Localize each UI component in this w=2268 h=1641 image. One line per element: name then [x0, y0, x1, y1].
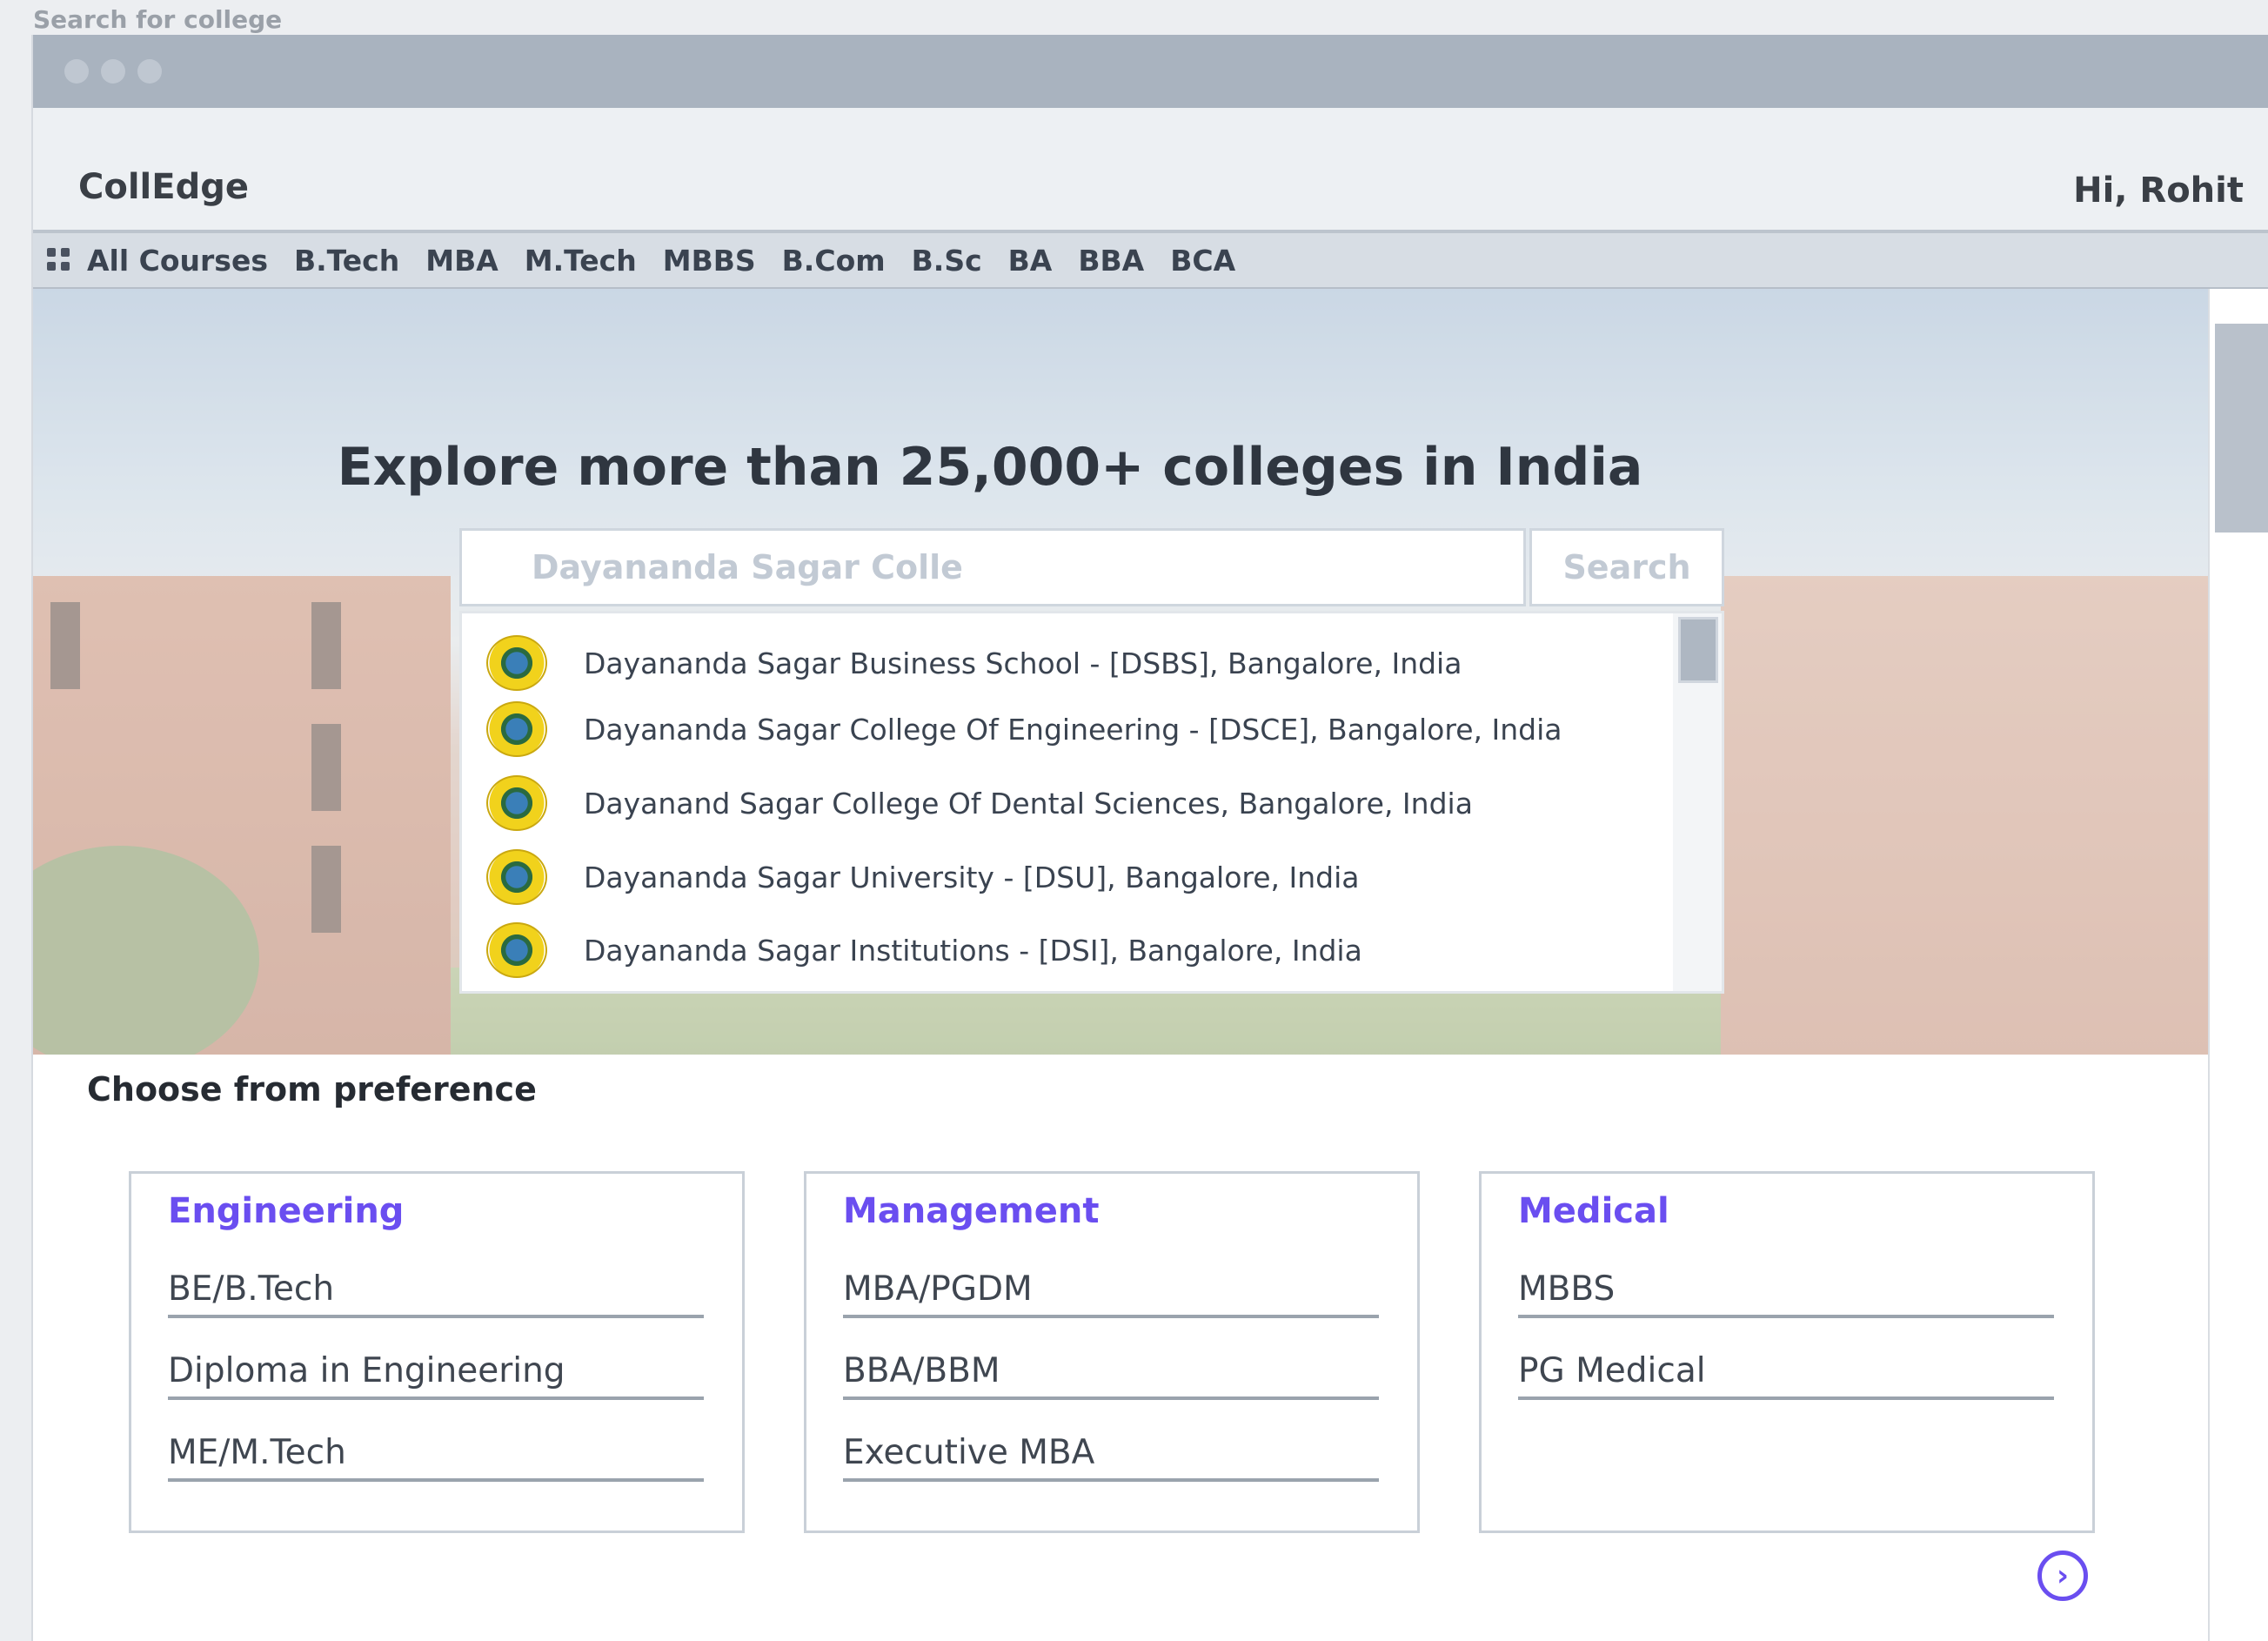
suggestion-item[interactable]: Dayananda Sagar Business School - [DSBS]…: [486, 633, 1462, 693]
grid-icon[interactable]: [45, 244, 77, 276]
page-scrollbar[interactable]: [2208, 289, 2268, 1641]
nav-item-btech[interactable]: B.Tech: [294, 244, 399, 278]
category-title[interactable]: Engineering: [168, 1191, 404, 1231]
nav-item-bca[interactable]: BCA: [1170, 244, 1235, 278]
search-button[interactable]: Search: [1529, 528, 1724, 606]
college-logo-icon: [486, 701, 547, 757]
search-suggestions: Dayananda Sagar Business School - [DSBS]…: [459, 611, 1724, 994]
course-link[interactable]: ME/M.Tech: [168, 1428, 704, 1482]
page-caption: Search for college: [33, 5, 283, 34]
chevron-right-circle-icon[interactable]: ›: [2037, 1551, 2088, 1601]
page-scroll-thumb[interactable]: [2215, 324, 2268, 532]
course-link[interactable]: MBBS: [1518, 1264, 2054, 1318]
suggestion-label: Dayananda Sagar Business School - [DSBS]…: [584, 646, 1462, 680]
browser-window: CollEdge Hi, Rohit All Courses B.Tech MB…: [31, 35, 2268, 1641]
preference-section-title: Choose from preference: [87, 1070, 537, 1109]
suggestion-label: Dayanand Sagar College Of Dental Science…: [584, 786, 1473, 820]
course-link[interactable]: BE/B.Tech: [168, 1264, 704, 1318]
college-logo-icon: [486, 635, 547, 691]
college-logo-icon: [486, 922, 547, 978]
suggestion-label: Dayananda Sagar Institutions - [DSI], Ba…: [584, 933, 1362, 968]
college-logo-icon: [486, 775, 547, 831]
suggestions-scroll-thumb[interactable]: [1678, 617, 1718, 683]
brand-logo[interactable]: CollEdge: [78, 167, 249, 207]
college-search-input[interactable]: Dayananda Sagar Colle: [459, 528, 1526, 606]
course-link[interactable]: MBA/PGDM: [843, 1264, 1379, 1318]
course-link[interactable]: PG Medical: [1518, 1346, 2054, 1400]
user-greeting[interactable]: Hi, Rohit: [2073, 171, 2244, 211]
course-link[interactable]: Diploma in Engineering: [168, 1346, 704, 1400]
nav-item-mba[interactable]: MBA: [425, 244, 498, 278]
nav-item-ba[interactable]: BA: [1008, 244, 1053, 278]
course-navbar: All Courses B.Tech MBA M.Tech MBBS B.Com…: [33, 233, 2268, 291]
hero-headline: Explore more than 25,000+ colleges in In…: [337, 437, 1643, 498]
category-card-medical: Medical MBBS PG Medical: [1479, 1171, 2095, 1533]
suggestion-label: Dayananda Sagar College Of Engineering -…: [584, 712, 1562, 747]
suggestion-item[interactable]: Dayanand Sagar College Of Dental Science…: [486, 773, 1473, 834]
nav-item-mtech[interactable]: M.Tech: [525, 244, 637, 278]
suggestions-scrollbar[interactable]: [1673, 613, 1722, 991]
nav-item-bcom[interactable]: B.Com: [782, 244, 886, 278]
nav-item-bba[interactable]: BBA: [1078, 244, 1144, 278]
course-link[interactable]: BBA/BBM: [843, 1346, 1379, 1400]
hero-banner: Explore more than 25,000+ colleges in In…: [33, 289, 2208, 1055]
course-link[interactable]: Executive MBA: [843, 1428, 1379, 1482]
college-logo-icon: [486, 849, 547, 905]
window-controls: [64, 59, 162, 84]
minimize-window-button[interactable]: [101, 59, 125, 84]
nav-item-mbbs[interactable]: MBBS: [663, 244, 756, 278]
category-title[interactable]: Medical: [1518, 1191, 1669, 1231]
category-card-management: Management MBA/PGDM BBA/BBM Executive MB…: [804, 1171, 1420, 1533]
nav-item-all-courses[interactable]: All Courses: [87, 244, 268, 278]
suggestion-label: Dayananda Sagar University - [DSU], Bang…: [584, 860, 1360, 894]
suggestion-item[interactable]: Dayananda Sagar University - [DSU], Bang…: [486, 847, 1360, 908]
nav-item-bsc[interactable]: B.Sc: [912, 244, 982, 278]
close-window-button[interactable]: [64, 59, 89, 84]
maximize-window-button[interactable]: [137, 59, 162, 84]
suggestion-item[interactable]: Dayananda Sagar Institutions - [DSI], Ba…: [486, 920, 1362, 981]
suggestion-item[interactable]: Dayananda Sagar College Of Engineering -…: [486, 699, 1562, 760]
category-card-engineering: Engineering BE/B.Tech Diploma in Enginee…: [129, 1171, 745, 1533]
app-header: CollEdge Hi, Rohit: [33, 108, 2268, 233]
window-titlebar: [33, 35, 2268, 108]
category-title[interactable]: Management: [843, 1191, 1099, 1231]
